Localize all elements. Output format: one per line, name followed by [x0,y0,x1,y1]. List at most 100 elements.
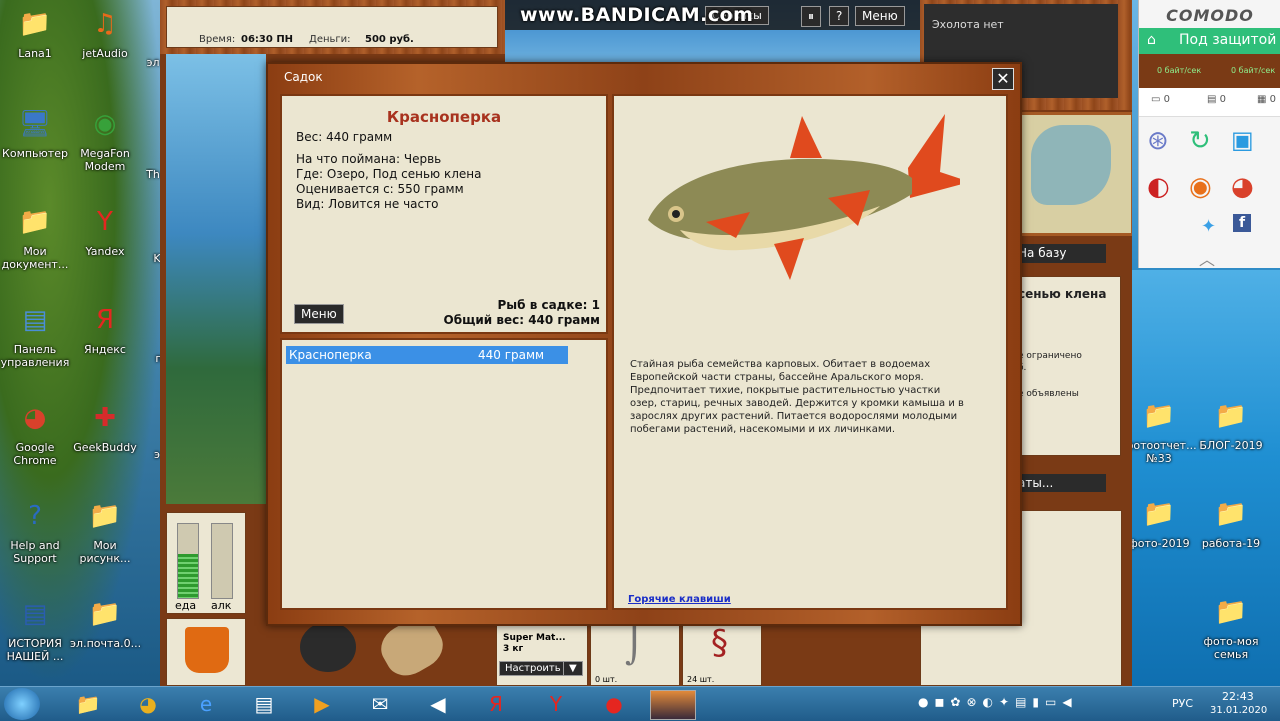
menu-button[interactable]: Меню [294,304,344,324]
time-label: Время: [199,34,236,45]
bucket-slot[interactable] [166,618,246,686]
bandicam-taskbar-icon[interactable]: ● [594,690,634,718]
desktop-icon[interactable]: 📁 фотоотчет... №33 [1124,396,1197,465]
fish-keepnet-dialog: Садок ✕ Красноперка Вес: 440 грамм На чт… [266,62,1022,626]
yandex-browser-taskbar-icon[interactable]: Я [476,690,516,718]
desktop-icon-label: Мои рисунк... [79,539,131,565]
folder-icon: 📁 [1142,499,1176,529]
thunderbird-taskbar-icon[interactable]: ✉ [360,690,400,718]
media-taskbar-icon[interactable]: ▶ [302,690,342,718]
tray-icons[interactable]: ●◼✿⊗◐✦▤▮▭◀ [918,695,1078,709]
desktop-icon-label: Yandex [85,245,125,258]
fish-weight: Вес: 440 грамм [296,130,393,144]
bait-slot[interactable]: Super Mat... 3 кг Настроить ▼ [496,620,588,686]
desktop-icon[interactable]: 📁 фото-2019 [1124,494,1194,550]
comodo-dragon-icon[interactable]: ◐ [1147,172,1170,202]
desktop-icon-image: 📁 [88,501,122,531]
desktop-icon[interactable]: 📁 Мои документ... [0,202,70,271]
clock-date: 31.01.2020 [1210,705,1268,716]
desktop-icon[interactable]: ? Help and Support [0,496,70,565]
desktop-icon[interactable]: ◉ MegaFon Modem [70,104,140,173]
bowl-icon[interactable] [300,622,356,672]
game-taskbar-icon[interactable] [650,690,696,720]
desktop-icon-label: MegaFon Modem [80,147,130,173]
pause-button[interactable]: ⏸ [801,6,822,27]
desktop-icon-label-partial[interactable]: Th [146,168,160,181]
sandbox-icon[interactable]: ▣ [1231,126,1254,154]
menu-button-top[interactable]: Меню [855,6,905,26]
desktop-icon-label: jetAudio [82,47,128,60]
collapse-chevron-icon[interactable]: ︿ [1199,246,1215,270]
status-frame: Время: 06:30 ПН Деньги: 500 руб. [160,0,505,54]
desktop-icon[interactable]: ▤ ИСТОРИЯ НАШЕЙ ... [0,594,70,663]
counter-3: ▦ 0 [1257,94,1277,105]
desktop-icon[interactable]: Я Яндекс [70,300,140,356]
desktop-icon-label: БЛОГ-2019 [1199,439,1263,452]
start-button[interactable] [4,688,40,720]
desktop-icon[interactable]: 📁 Мои рисунк... [70,496,140,565]
food-label: еда [175,599,197,612]
desktop-icon-label: Компьютер [2,147,68,160]
worm-slot[interactable]: § 24 шт. [682,620,762,686]
location-panel: сенью клена е ограничено б. е объявлены [1015,276,1121,456]
desktop-icon-image: 📁 [88,599,122,629]
help-button[interactable]: ? [829,6,850,26]
close-button[interactable]: ✕ [992,68,1014,90]
desktop-icon[interactable]: Y Yandex [70,202,140,258]
clock-time: 22:43 [1222,690,1254,703]
desktop-icon[interactable]: 📁 эл.почта.0... [70,594,141,650]
facebook-icon[interactable]: f [1233,214,1251,232]
desktop-icon-label: работа-19 [1201,537,1261,550]
fish-location: Где: Озеро, Под сенью клена [296,167,482,181]
comodo-counters: ▭ 0 ▤ 0 ▦ 0 [1139,88,1280,117]
yandex-taskbar-icon[interactable]: Y [536,690,576,718]
desktop-icon[interactable]: 🖥 Компьютер [0,104,70,160]
desktop-icon[interactable]: 📁 работа-19 [1196,494,1266,550]
hook-slot[interactable]: ⌡ 0 шт. [590,620,680,686]
fish-description-panel: Стайная рыба семейства карповых. Обитает… [612,94,1008,610]
hotkeys-link[interactable]: Горячие клавиши [628,594,731,605]
hook-count: 0 шт. [595,675,618,684]
audio-taskbar-icon[interactable]: ◀ [418,690,458,718]
map-water-shape [1031,125,1111,205]
comodo-widget: COMODO ⌂ Под защитой 0 байт/сек 0 байт/с… [1138,0,1280,270]
time-value: 06:30 ПН [241,34,294,45]
chrome-taskbar-icon[interactable]: ◕ [128,690,168,718]
fish-kind: Вид: Ловится не часто [296,197,439,211]
to-base-button[interactable]: На базу [1015,244,1106,263]
chrome-icon[interactable]: ◕ [1231,172,1254,202]
setup-dropdown-button[interactable]: ▼ [563,661,583,676]
network-icon[interactable]: ⊛ [1147,126,1169,156]
records-button[interactable]: аты... [1015,474,1106,492]
desktop-icon[interactable]: ▤ Панель управления [0,300,70,369]
ie-taskbar-icon[interactable]: e [186,690,226,718]
counter-1: ▭ 0 [1151,94,1171,105]
desktop-icon[interactable]: ♫ jetAudio [70,4,140,60]
food-meter [177,523,199,599]
fish-info-panel: Красноперка Вес: 440 грамм На что пойман… [280,94,608,334]
desktop-icon[interactable]: 📁 фото-моя семья [1196,592,1266,661]
firefox-icon[interactable]: ◉ [1189,172,1212,202]
meters-panel: еда алк [166,512,246,614]
desktop-icon[interactable]: 📁 БЛОГ-2019 [1196,396,1266,452]
setup-button[interactable]: Настроить [499,661,567,676]
fish-list-row[interactable]: Красноперка 440 грамм [286,346,568,364]
refresh-icon[interactable]: ↻ [1189,126,1211,156]
fish-image [648,114,960,280]
map-thumbnail[interactable] [1018,112,1132,236]
language-indicator[interactable]: РУС [1172,697,1193,710]
counter-2-value: 0 [1219,94,1227,105]
hook-icon: ⌡ [625,625,644,666]
desktop-icon[interactable]: ◕ Google Chrome [0,398,70,467]
folder-icon: 📁 [1214,499,1248,529]
food-meter-fill [178,553,198,598]
comodo-status-bar[interactable]: ⌂ Под защитой [1139,28,1280,54]
desktop-icon[interactable]: 📁 Lana1 [0,4,70,60]
desktop-icon[interactable]: ✚ GeekBuddy [70,398,140,454]
desktop-icon-label-partial[interactable]: эл [146,56,160,69]
desktop-icon-image: ▤ [22,305,48,335]
twitter-icon[interactable]: ✦ [1201,216,1216,237]
explorer-taskbar-icon[interactable]: 📁 [68,690,108,718]
counter-2: ▤ 0 [1207,94,1227,105]
control-panel-taskbar-icon[interactable]: ▤ [244,690,284,718]
